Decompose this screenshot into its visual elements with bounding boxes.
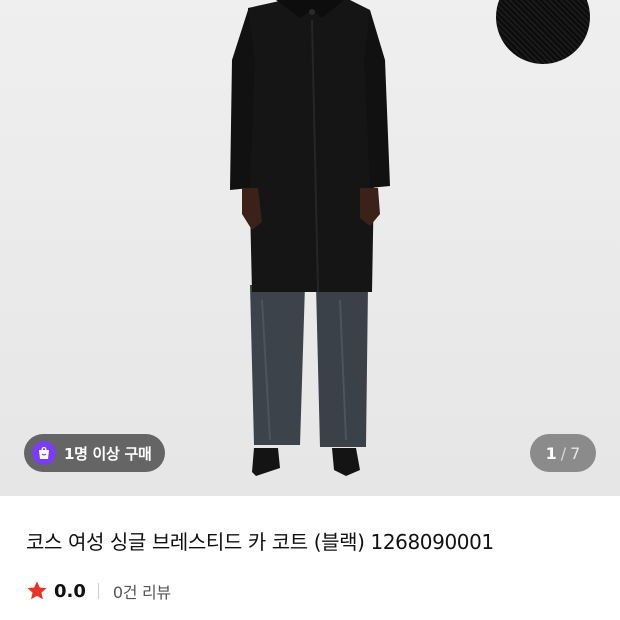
page-separator: /: [560, 443, 567, 463]
purchase-count-text: 1명 이상 구매: [64, 444, 152, 463]
product-page: 1명 이상 구매 1 / 7 코스 여성 싱글 브레스티드 카 코트 (블랙) …: [0, 0, 620, 620]
total-pages: 7: [570, 443, 581, 463]
product-image-gallery[interactable]: 1명 이상 구매 1 / 7: [0, 0, 620, 496]
star-icon: [27, 581, 47, 600]
current-page: 1: [545, 443, 557, 463]
review-count-link[interactable]: 0건 리뷰: [113, 579, 171, 603]
rating-score: 0.0: [54, 580, 86, 602]
divider: [97, 583, 99, 599]
shopping-bag-icon: [32, 441, 56, 465]
purchase-count-badge: 1명 이상 구매: [24, 434, 166, 472]
rating-row: 0.0 0건 리뷰: [26, 578, 171, 604]
product-title: 코스 여성 싱글 브레스티드 카 코트 (블랙) 1268090001: [26, 530, 494, 554]
product-photo: [0, 0, 620, 496]
image-pager: 1 / 7: [530, 434, 596, 472]
